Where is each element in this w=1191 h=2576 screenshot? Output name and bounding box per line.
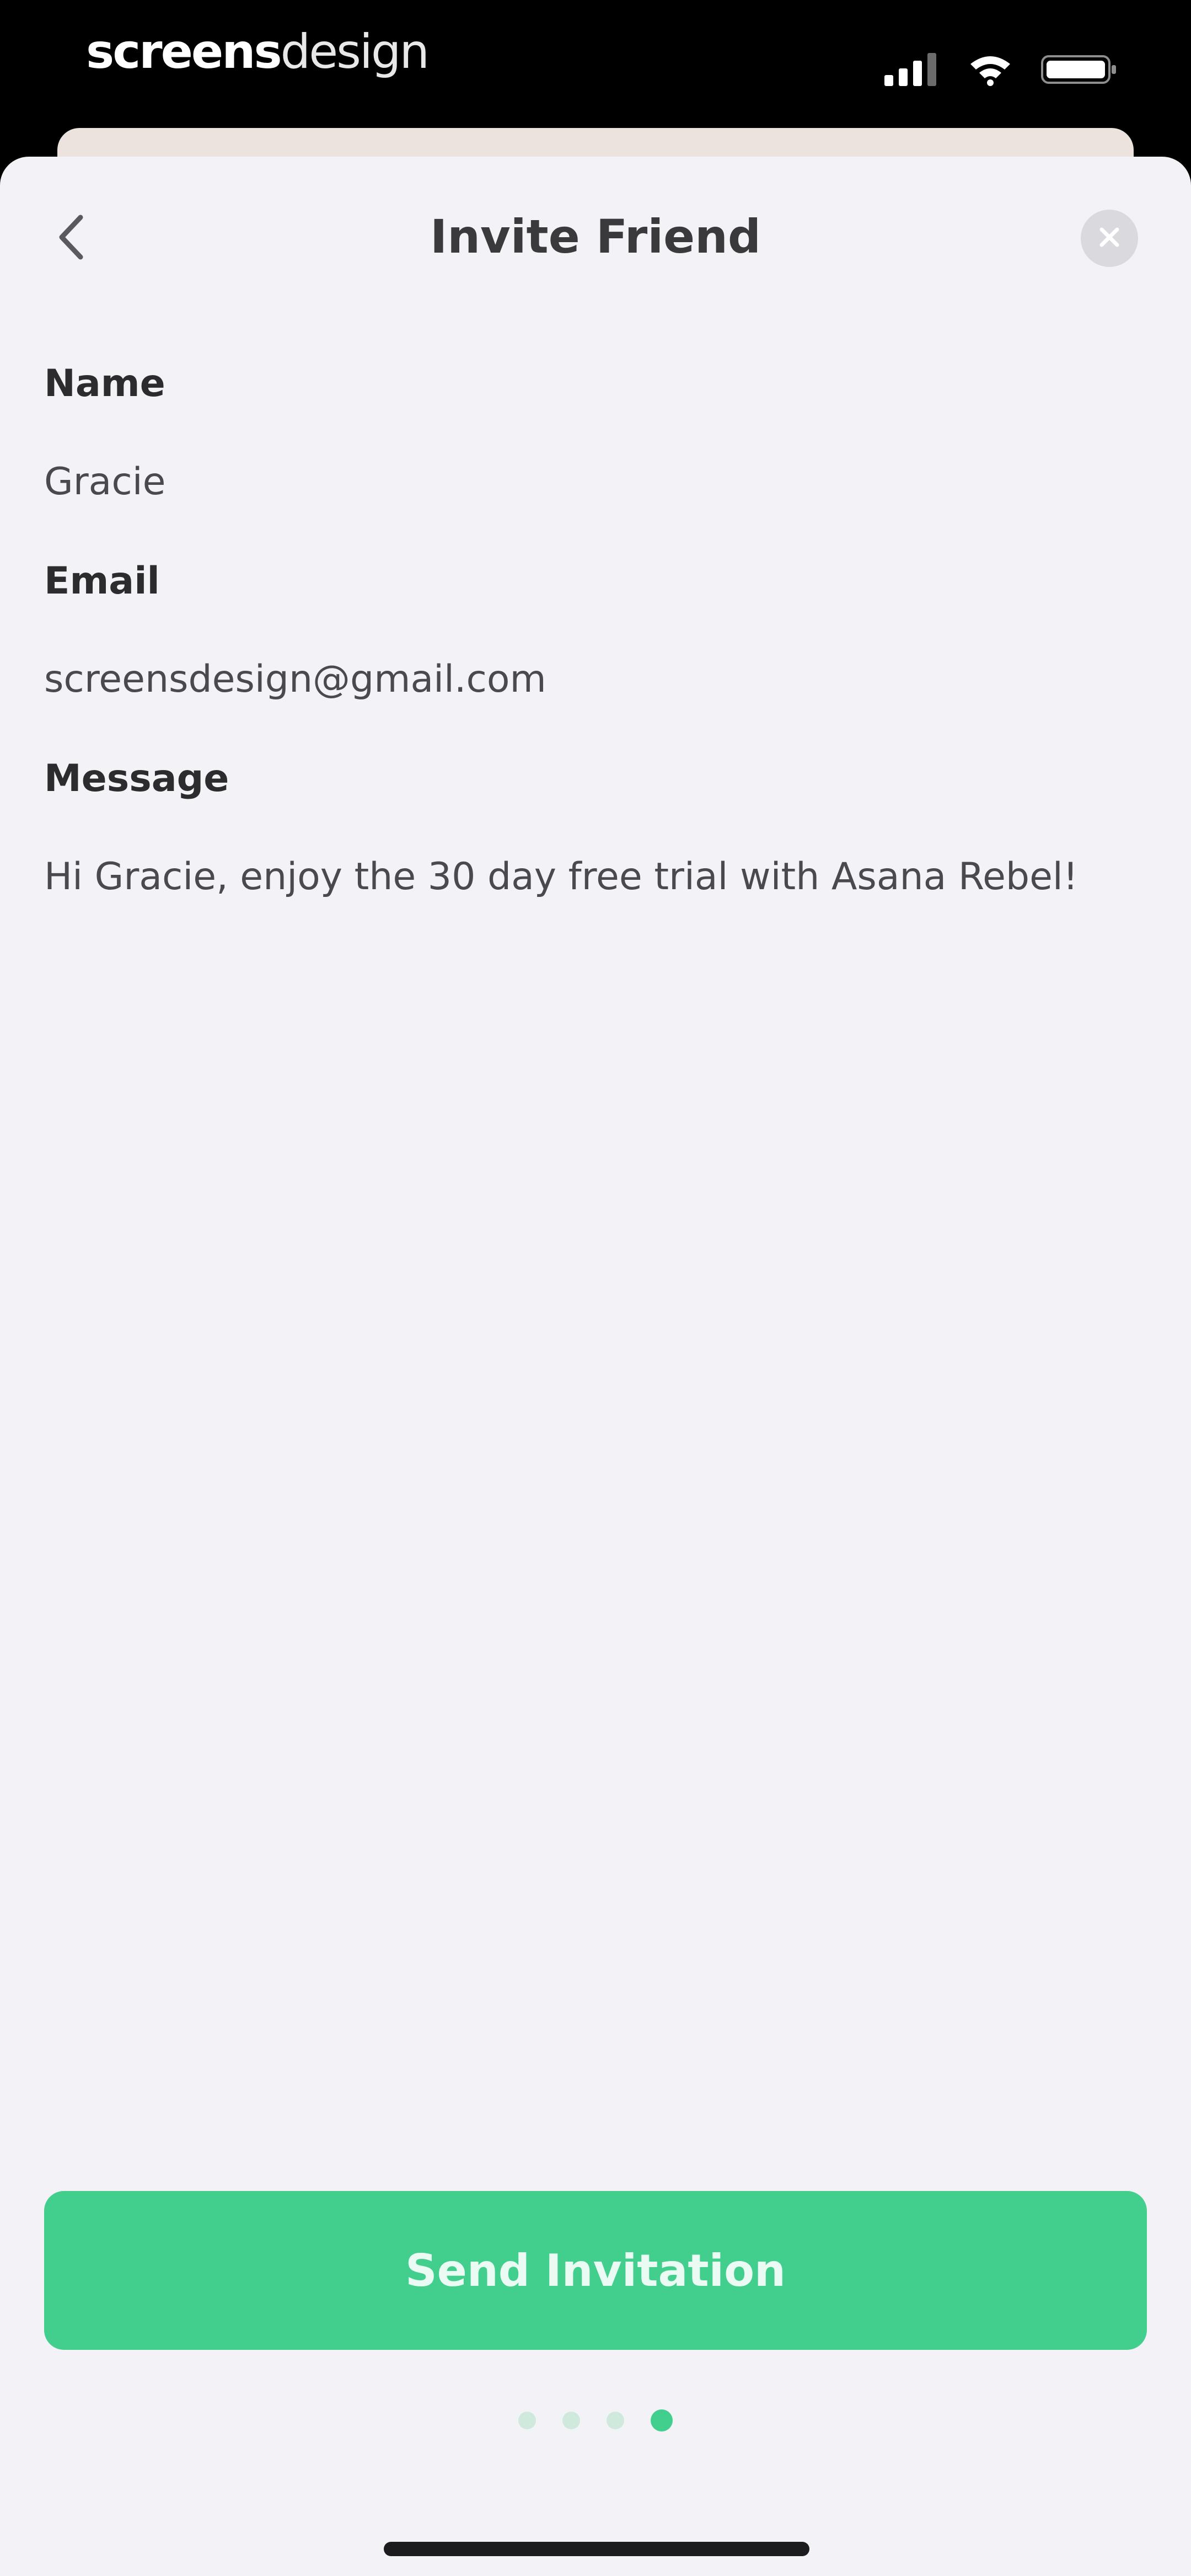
name-field[interactable]: Gracie xyxy=(44,460,165,504)
navigation-bar: Invite Friend xyxy=(0,157,1191,322)
send-invitation-button[interactable]: Send Invitation xyxy=(44,2191,1147,2350)
page-dot[interactable] xyxy=(562,2412,580,2429)
battery-icon xyxy=(1041,53,1118,88)
page-title: Invite Friend xyxy=(430,210,761,264)
system-icons xyxy=(884,53,1118,88)
brand-light-text: design xyxy=(280,24,430,79)
message-field[interactable]: Hi Gracie, enjoy the 30 day free trial w… xyxy=(44,855,1078,899)
home-indicator[interactable] xyxy=(384,2542,809,2556)
page-dot-active[interactable] xyxy=(651,2409,673,2431)
email-field[interactable]: screensdesign@gmail.com xyxy=(44,658,546,701)
page-dot[interactable] xyxy=(607,2412,624,2429)
brand-watermark: screensdesign xyxy=(86,24,430,79)
page-indicator xyxy=(0,2409,1191,2431)
status-bar: screensdesign xyxy=(0,0,1191,132)
page-dot[interactable] xyxy=(518,2412,536,2429)
close-button[interactable] xyxy=(1081,210,1138,267)
brand-bold-text: screens xyxy=(86,24,282,79)
message-label: Message xyxy=(44,757,229,800)
close-icon xyxy=(1097,225,1122,252)
name-label: Name xyxy=(44,362,165,405)
wifi-icon xyxy=(968,53,1012,88)
signal-icon xyxy=(884,53,940,88)
email-label: Email xyxy=(44,559,160,603)
invite-friend-sheet: Invite Friend Name Gracie Email screensd… xyxy=(0,157,1191,2576)
